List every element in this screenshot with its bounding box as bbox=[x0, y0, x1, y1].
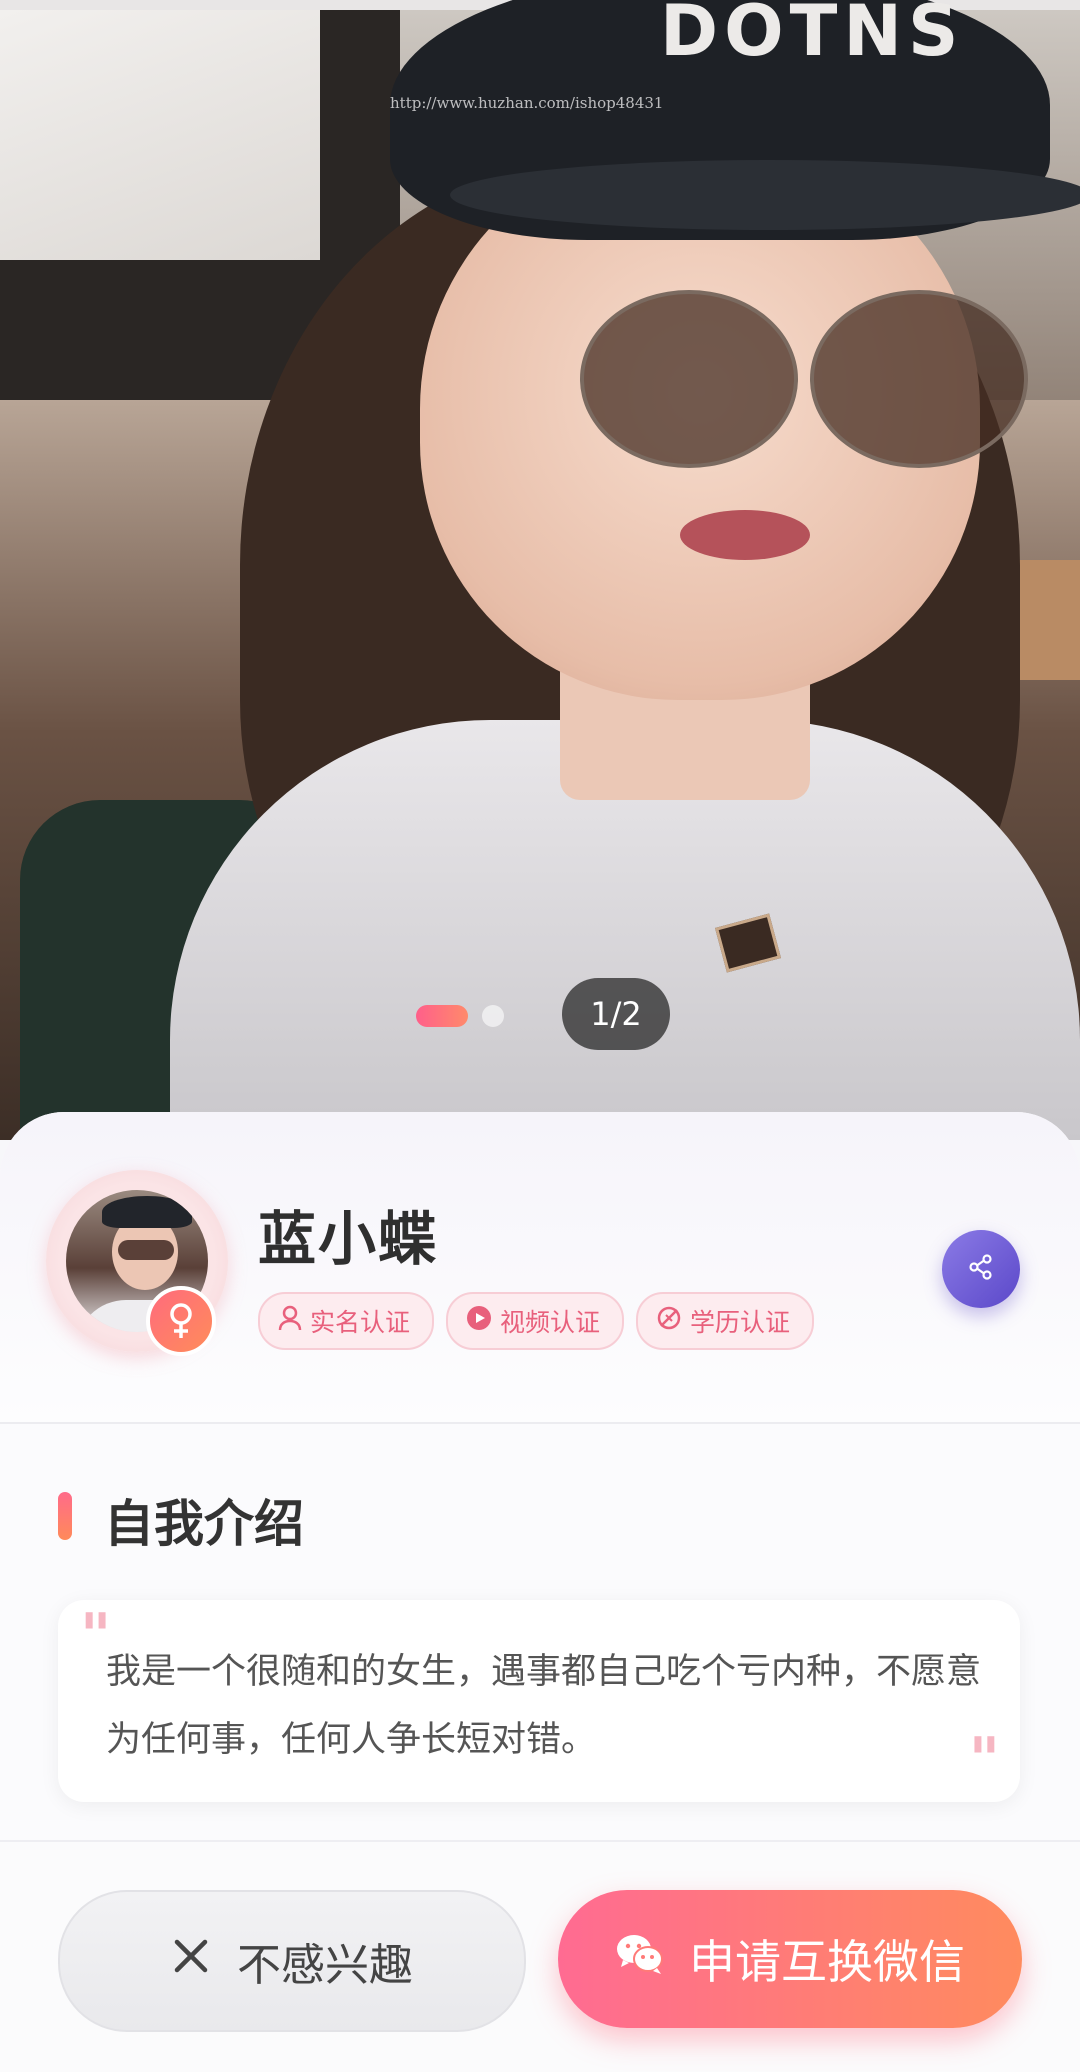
photo-sunglass-left bbox=[580, 290, 798, 468]
carousel-dot[interactable] bbox=[482, 1005, 504, 1027]
profile-card: 蓝小蝶 实名认证 视频认证 学历认证 自我介绍 " 我是一个很随和的女生，遇事都… bbox=[0, 1112, 1080, 1842]
exchange-wechat-button[interactable]: 申请互换微信 bbox=[558, 1890, 1022, 2028]
play-icon bbox=[466, 1305, 492, 1337]
intro-title: 自我介绍 bbox=[104, 1495, 304, 1553]
photo-sunglass-right bbox=[810, 290, 1028, 468]
close-quote-icon: " bbox=[968, 1725, 1000, 1795]
education-icon bbox=[656, 1305, 682, 1337]
verification-badges: 实名认证 视频认证 学历认证 bbox=[258, 1292, 815, 1350]
not-interested-label: 不感兴趣 bbox=[237, 1940, 413, 1991]
share-button[interactable] bbox=[942, 1230, 1020, 1308]
not-interested-button[interactable]: 不感兴趣 bbox=[58, 1890, 526, 2032]
action-bar: 不感兴趣 申请互换微信 bbox=[0, 1840, 1080, 2072]
badge-label: 学历认证 bbox=[690, 1308, 791, 1337]
photo-counter: 1/2 bbox=[562, 978, 670, 1050]
watermark: http://www.huzhan.com/ishop48431 bbox=[390, 94, 664, 112]
person-icon bbox=[278, 1305, 302, 1337]
female-icon bbox=[146, 1286, 216, 1356]
badge-label: 视频认证 bbox=[500, 1308, 601, 1337]
cap-text: DOTNS bbox=[660, 0, 965, 72]
close-icon bbox=[171, 1936, 211, 1987]
badge-label: 实名认证 bbox=[310, 1308, 411, 1337]
profile-name: 蓝小蝶 bbox=[258, 1205, 439, 1273]
badge-education: 学历认证 bbox=[636, 1292, 815, 1350]
photo-lips bbox=[680, 510, 810, 560]
wechat-icon bbox=[615, 1932, 665, 1987]
avatar[interactable] bbox=[46, 1170, 228, 1356]
share-icon bbox=[967, 1253, 995, 1285]
intro-quote-box: " 我是一个很随和的女生，遇事都自己吃个亏内种，不愿意为任何事，任何人争长短对错… bbox=[58, 1600, 1020, 1802]
intro-text: 我是一个很随和的女生，遇事都自己吃个亏内种，不愿意为任何事，任何人争长短对错。 bbox=[106, 1652, 982, 1760]
badge-video: 视频认证 bbox=[446, 1292, 625, 1350]
profile-header: 蓝小蝶 实名认证 视频认证 学历认证 bbox=[0, 1112, 1080, 1424]
carousel-indicator bbox=[416, 1004, 504, 1028]
exchange-wechat-label: 申请互换微信 bbox=[689, 1935, 965, 1989]
profile-photo-carousel[interactable]: DOTNS http://www.huzhan.com/ishop48431 1… bbox=[0, 0, 1080, 1140]
badge-real-name: 实名认证 bbox=[258, 1292, 435, 1350]
carousel-dot-active[interactable] bbox=[416, 1005, 468, 1027]
section-accent-bar bbox=[58, 1492, 72, 1540]
